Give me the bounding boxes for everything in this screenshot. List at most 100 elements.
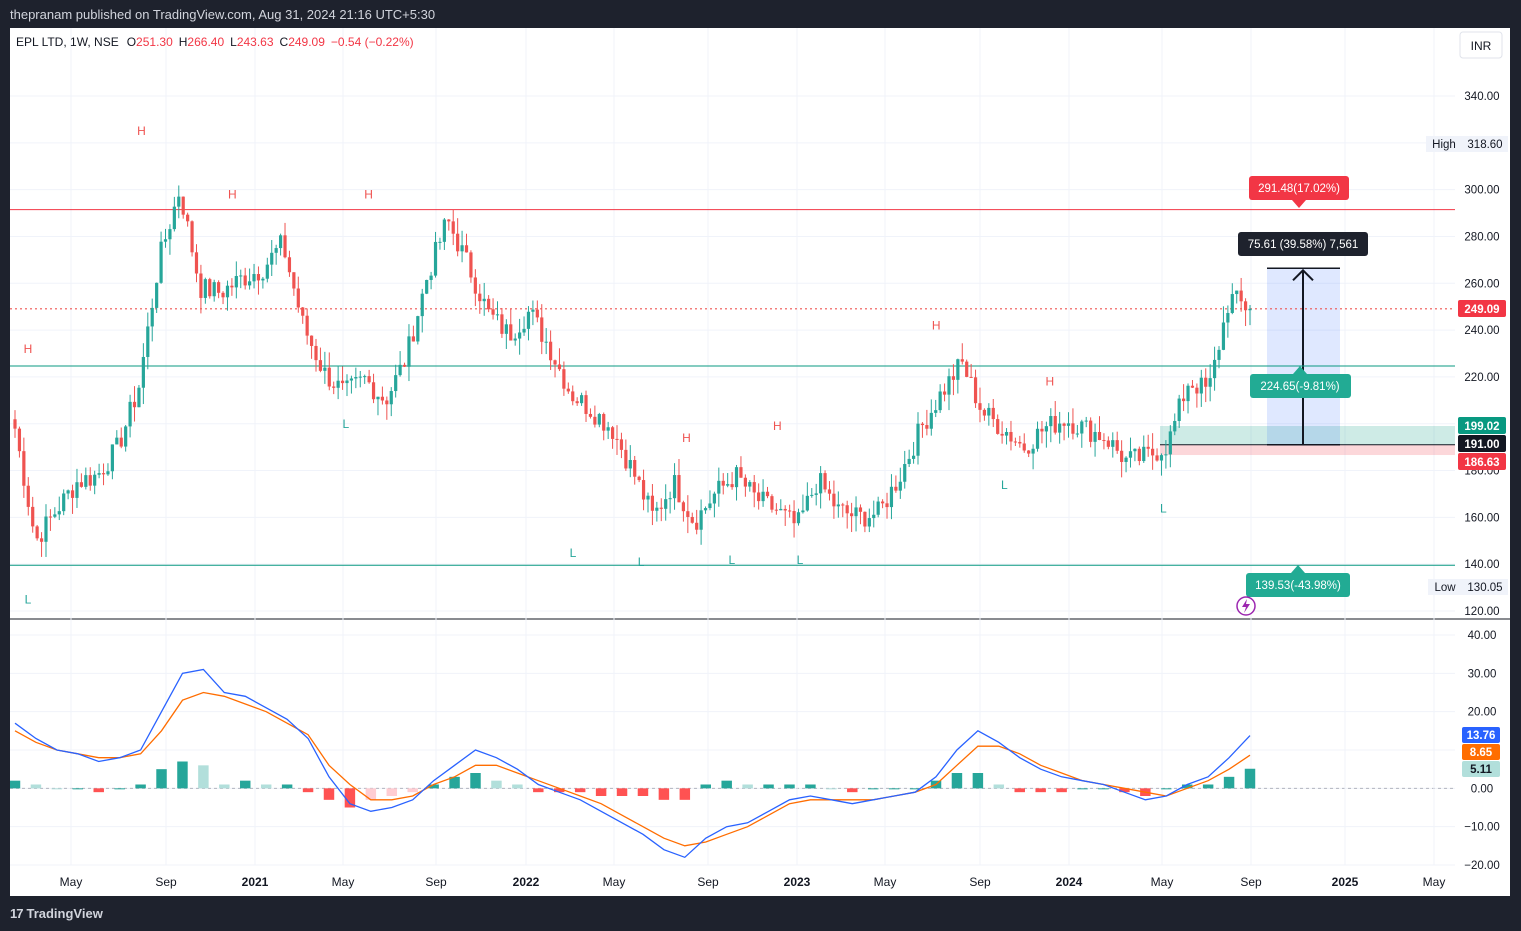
candle-body — [261, 278, 265, 281]
tradingview-brand[interactable]: 17 TradingView — [10, 906, 103, 921]
candle-body — [757, 492, 761, 502]
candle-body — [544, 341, 548, 343]
candle-body — [411, 336, 415, 342]
pivot-label: H — [228, 187, 237, 201]
candle-body — [1031, 448, 1035, 454]
candle-body — [203, 279, 207, 298]
macd-histogram-bar — [386, 788, 398, 796]
candle-body — [513, 338, 517, 341]
zone-top-value: 199.02 — [1464, 421, 1499, 433]
price-candles — [13, 185, 1252, 557]
macd-histogram-bar — [51, 788, 63, 790]
candle-body — [934, 410, 938, 413]
pivot-label: L — [570, 546, 577, 560]
pivot-label: H — [932, 318, 941, 332]
candle-body — [1084, 420, 1088, 422]
candle-body — [1124, 457, 1128, 462]
pivot-label: H — [773, 419, 782, 433]
candle-body — [305, 315, 309, 336]
candle-body — [1128, 451, 1133, 458]
macd-histogram-bar — [972, 773, 984, 789]
macd-histogram-bar — [1244, 768, 1256, 789]
candle-body — [677, 475, 681, 503]
candle-body — [491, 309, 495, 315]
candle-body — [1053, 416, 1057, 433]
candle-body — [606, 427, 610, 431]
candle-body — [743, 477, 747, 487]
legend-c-label: C — [280, 35, 289, 49]
candle-body — [978, 403, 982, 410]
candle-body — [48, 516, 53, 518]
candle-body — [487, 298, 491, 310]
candle-body — [672, 475, 677, 499]
macd-line — [14, 668, 1251, 859]
candle-body — [1151, 448, 1155, 456]
candle-body — [1230, 294, 1234, 313]
candle-body — [664, 499, 668, 509]
candle-body — [982, 409, 987, 416]
time-tick-label: 2024 — [1056, 875, 1083, 889]
candle-body — [97, 473, 101, 475]
candle-body — [894, 486, 898, 491]
macd-tick-label: 40.00 — [1468, 630, 1497, 642]
chart-frame[interactable]: HLHHHLLLHLHLHLHL 340.00320.00300.00280.0… — [9, 28, 1510, 896]
price-tick-label: 140.00 — [1464, 559, 1499, 571]
measure-tag-text: 75.61 (39.58%) 7,561 — [1248, 239, 1359, 251]
candle-body — [199, 273, 203, 298]
candle-body — [181, 196, 185, 215]
candle-body — [686, 511, 690, 517]
macd-histogram-bar — [784, 784, 795, 789]
candle-body — [889, 486, 894, 508]
candle-body — [898, 481, 902, 491]
candle-body — [456, 233, 460, 252]
candle-body — [376, 396, 380, 400]
candle-body — [230, 285, 234, 288]
time-axis[interactable]: May Sep 2021 May Sep 2022 May Sep 2023 May Sep 2024… — [60, 875, 1446, 889]
candle-body — [265, 264, 269, 279]
candle-body — [761, 491, 765, 502]
pivot-label: H — [1045, 375, 1054, 389]
candle-body — [239, 275, 243, 277]
candle-body — [137, 387, 141, 408]
macd-histogram-bar — [302, 788, 314, 793]
legend-h-label: H — [179, 35, 188, 49]
low-value: 130.05 — [1467, 582, 1502, 594]
macd-histogram-bar — [1077, 788, 1088, 790]
candle-body — [495, 314, 500, 316]
candle-body — [1190, 385, 1195, 388]
candle-body — [991, 407, 995, 420]
candle-body — [31, 506, 35, 527]
time-tick-label: Sep — [1240, 875, 1262, 889]
macd-histogram-bar — [240, 780, 251, 789]
pivot-labels: H L H H H L L L H L H L H L H L — [24, 124, 1167, 606]
candle-body — [841, 504, 845, 506]
candle-body — [159, 241, 163, 283]
candle-body — [358, 376, 362, 378]
footer-bar — [0, 896, 1521, 931]
candle-body — [584, 395, 588, 414]
candle-body — [827, 489, 832, 494]
chart-canvas[interactable]: HLHHHLLLHLHLHLHL 340.00320.00300.00280.0… — [9, 28, 1510, 896]
candle-body — [1080, 421, 1084, 434]
candle-body — [1111, 440, 1115, 447]
macd-histogram-bar — [574, 788, 586, 793]
macd-histogram-bar — [867, 788, 879, 790]
time-tick-label: 2022 — [513, 875, 540, 889]
candle-body — [398, 364, 402, 376]
pivot-label: L — [25, 593, 32, 607]
candle-body — [177, 196, 181, 207]
candle-body — [389, 391, 393, 405]
time-tick-label: May — [1423, 875, 1446, 889]
candle-body — [1027, 450, 1031, 454]
macd-histogram-bar — [1202, 784, 1214, 789]
macd-histogram-bar — [1161, 788, 1172, 790]
candle-body — [1071, 423, 1075, 434]
price-tick-label: 240.00 — [1464, 325, 1499, 337]
candle-body — [819, 473, 823, 494]
macd-histogram-bar — [9, 780, 21, 789]
horizontal-levels[interactable] — [10, 209, 1455, 566]
candle-body — [314, 345, 318, 361]
candle-body — [1217, 349, 1221, 360]
candle-body — [695, 522, 699, 530]
candle-body — [318, 360, 323, 371]
